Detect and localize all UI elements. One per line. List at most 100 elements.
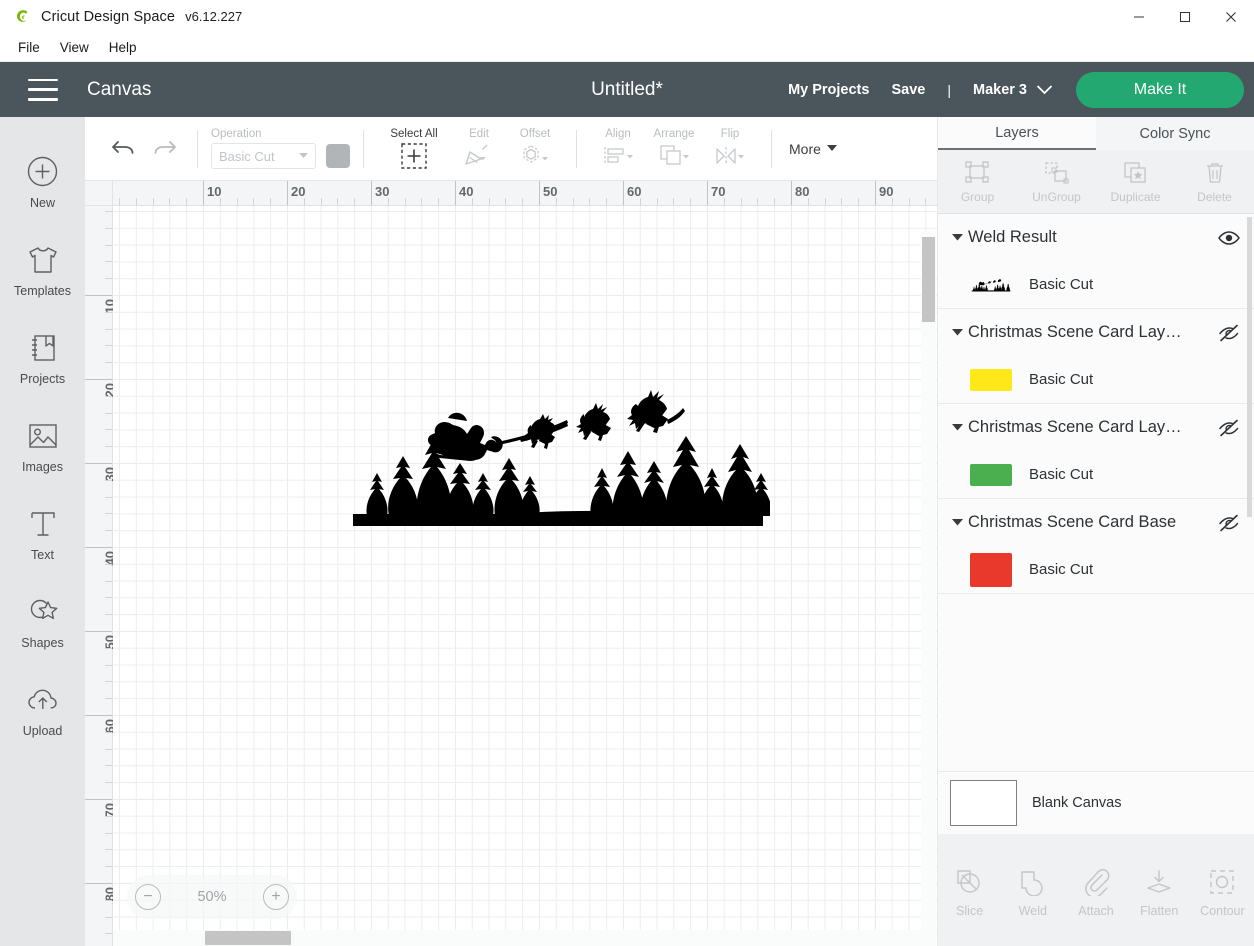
operation-select[interactable]: Basic Cut [211,143,316,169]
machine-selector[interactable]: Maker 3 [973,82,1053,98]
ruler-corner [85,181,113,206]
hamburger-menu-icon[interactable] [28,78,58,101]
select-all-button[interactable]: Select All [377,128,451,170]
blank-canvas-swatch[interactable] [950,780,1017,826]
maximize-button[interactable] [1162,0,1208,33]
layer-group: Christmas Scene Card Lay… Basic Cut [938,309,1254,404]
minimize-button[interactable] [1116,0,1162,33]
tab-color-sync[interactable]: Color Sync [1096,117,1254,150]
undo-icon[interactable] [104,129,144,169]
ungroup-label: UnGroup [1032,189,1081,204]
canvas-artwork-christmas-scene[interactable] [345,382,770,532]
zoom-in-button[interactable]: + [263,884,289,910]
layer-row[interactable]: Basic Cut [938,451,1254,498]
toolbar-divider-2 [363,129,364,168]
layer-name: Christmas Scene Card Base [968,513,1177,531]
layer-header[interactable]: Christmas Scene Card Lay… [938,309,1254,356]
sidebar-item-shapes[interactable]: Shapes [0,577,85,665]
layer-row[interactable]: Basic Cut [938,356,1254,403]
redo-icon[interactable] [144,129,184,169]
layer-group: Christmas Scene Card Lay… Basic Cut [938,404,1254,499]
layers-scroll-thumb[interactable] [1247,217,1252,517]
my-projects-link[interactable]: My Projects [788,82,869,98]
duplicate-button[interactable]: Duplicate [1096,160,1175,204]
right-panel: Layers Color Sync Group UnGroup Duplicat… [937,117,1254,946]
panel-tabs: Layers Color Sync [938,117,1254,150]
canvas-drawing-area[interactable] [113,206,937,946]
layer-header[interactable]: Christmas Scene Card Lay… [938,404,1254,451]
sidebar-item-upload[interactable]: Upload [0,665,85,753]
layer-row[interactable]: Basic Cut [938,546,1254,593]
arrange-button[interactable]: Arrange [646,128,702,170]
cloud-upload-icon [26,681,60,719]
sidebar-item-new[interactable]: New [0,137,85,225]
delete-button[interactable]: Delete [1175,160,1254,204]
chevron-down-icon [299,153,308,159]
layer-operation-label: Basic Cut [1029,371,1094,388]
layer-operation-label: Basic Cut [1029,561,1094,578]
contour-button[interactable]: Contour [1191,866,1254,918]
more-label: More [789,140,821,157]
tab-layers[interactable]: Layers [938,117,1096,150]
eye-hidden-icon[interactable] [1216,419,1242,437]
group-button[interactable]: Group [938,160,1017,204]
cricut-logo-icon [11,6,33,28]
layer-row[interactable]: Basic Cut [938,261,1254,308]
ungroup-button[interactable]: UnGroup [1017,160,1096,204]
sidebar-item-text[interactable]: Text [0,489,85,577]
eye-hidden-icon[interactable] [1216,324,1242,342]
close-button[interactable] [1208,0,1254,33]
offset-button[interactable]: Offset [507,128,563,170]
edit-toolbar: Operation Basic Cut Select All Edit Offs… [85,117,937,181]
caret-down-icon[interactable] [952,329,968,336]
align-button[interactable]: Align [590,128,646,170]
layer-header[interactable]: Christmas Scene Card Base [938,499,1254,546]
layer-header[interactable]: Weld Result [938,214,1254,261]
sidebar-item-templates[interactable]: Templates [0,225,85,313]
layer-group: Weld Result Basic Cut [938,214,1254,309]
layers-scrollbar[interactable] [1242,217,1252,766]
blank-canvas-label: Blank Canvas [1032,795,1122,811]
canvas-horizontal-scrollbar[interactable] [113,930,922,946]
top-navigation-bar: Canvas Untitled* My Projects Save | Make… [0,62,1254,117]
layer-color-swatch[interactable] [970,552,1012,587]
sidebar-item-projects[interactable]: Projects [0,313,85,401]
contour-icon [1208,866,1236,898]
chevron-down-icon [1036,84,1053,95]
offset-label: Offset [519,127,551,140]
canvas-vertical-scroll-thumb[interactable] [922,237,935,322]
flatten-label: Flatten [1140,904,1179,918]
layer-operation-label: Basic Cut [1029,276,1094,293]
operation-color-swatch[interactable] [326,144,350,168]
layer-color-swatch[interactable] [970,368,1012,391]
canvas-vertical-scrollbar[interactable] [921,232,936,946]
edit-button[interactable]: Edit [451,128,507,170]
flip-icon [713,142,747,170]
arrange-icon [658,142,690,170]
sidebar-item-images[interactable]: Images [0,401,85,489]
menu-help[interactable]: Help [99,37,147,58]
slice-icon [955,866,985,898]
layer-color-swatch[interactable] [970,463,1012,486]
layers-list[interactable]: Weld Result Basic Cut Christmas Scene Ca… [938,214,1254,771]
caret-down-icon[interactable] [952,424,968,431]
weld-button[interactable]: Weld [1001,866,1064,918]
canvas-horizontal-scroll-thumb[interactable] [205,931,291,945]
eye-hidden-icon[interactable] [1216,514,1242,532]
zoom-level-value: 50% [197,889,227,905]
caret-down-icon[interactable] [952,519,968,526]
more-menu-button[interactable]: More [789,141,837,157]
make-it-button[interactable]: Make It [1076,71,1244,108]
flatten-button[interactable]: Flatten [1128,866,1191,918]
save-button[interactable]: Save [891,82,925,98]
zoom-out-button[interactable]: − [135,884,161,910]
blank-canvas-row[interactable]: Blank Canvas [938,771,1254,834]
ruler-h-label: 20 [291,184,306,199]
slice-button[interactable]: Slice [938,866,1001,918]
caret-down-icon[interactable] [952,234,968,241]
eye-visible-icon[interactable] [1216,230,1242,246]
flip-button[interactable]: Flip [702,128,758,170]
menu-view[interactable]: View [50,37,99,58]
menu-file[interactable]: File [8,37,50,58]
attach-button[interactable]: Attach [1064,866,1127,918]
